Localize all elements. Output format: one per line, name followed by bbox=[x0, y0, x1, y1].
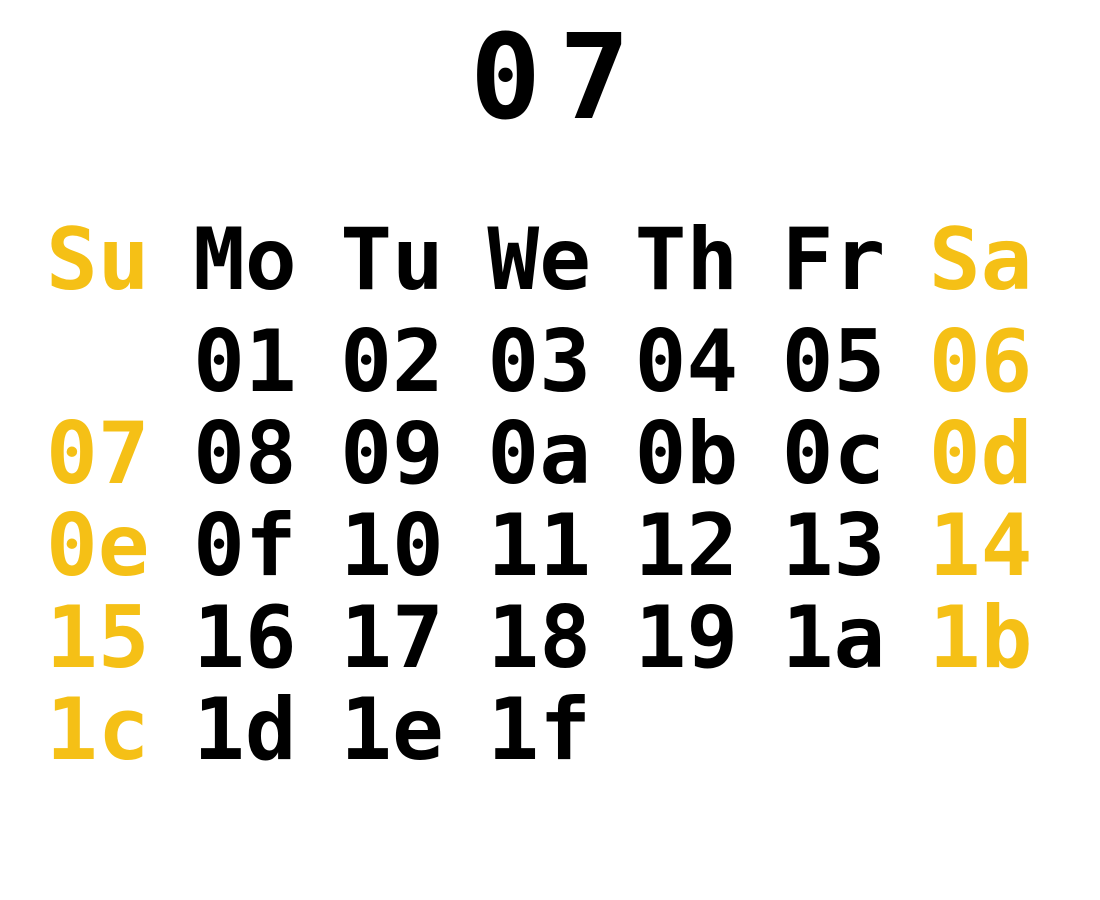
weekday-thursday: Th bbox=[634, 210, 739, 310]
weekday-saturday: Sa bbox=[928, 210, 1033, 310]
day-cell[interactable]: 15 bbox=[40, 592, 187, 684]
week-row-4: 15 16 17 18 19 1a 1b bbox=[40, 592, 1070, 684]
day-cell[interactable]: 1e bbox=[334, 684, 481, 776]
day-cell[interactable]: 17 bbox=[334, 592, 481, 684]
day-cell bbox=[629, 684, 776, 776]
week-row-3: 0e 0f 10 11 12 13 14 bbox=[40, 500, 1070, 592]
day-cell[interactable]: 19 bbox=[629, 592, 776, 684]
day-cell[interactable]: 0d bbox=[923, 408, 1070, 500]
day-cell[interactable]: 09 bbox=[334, 408, 481, 500]
day-cell bbox=[923, 684, 1070, 776]
day-cell[interactable]: 01 bbox=[187, 316, 334, 408]
day-cell[interactable]: 1b bbox=[923, 592, 1070, 684]
day-cell[interactable]: 0b bbox=[629, 408, 776, 500]
day-cell[interactable]: 1f bbox=[481, 684, 628, 776]
weekday-sunday: Su bbox=[46, 210, 150, 310]
day-cell[interactable]: 14 bbox=[923, 500, 1070, 592]
day-cell[interactable]: 0e bbox=[40, 500, 187, 592]
weekday-tuesday: Tu bbox=[340, 210, 444, 310]
day-cell bbox=[776, 684, 923, 776]
month-title: 07 bbox=[469, 8, 649, 146]
day-cell[interactable]: 0a bbox=[481, 408, 628, 500]
weekday-monday: Mo bbox=[193, 210, 297, 310]
weekday-friday: Fr bbox=[781, 210, 886, 310]
day-cell[interactable]: 12 bbox=[629, 500, 776, 592]
weekday-header-row: Su Mo Tu We Th Fr Sa bbox=[40, 208, 1070, 312]
day-cell[interactable]: 06 bbox=[923, 316, 1070, 408]
week-row-5: 1c 1d 1e 1f bbox=[40, 684, 1070, 776]
day-cell bbox=[40, 316, 187, 408]
day-cell[interactable]: 10 bbox=[334, 500, 481, 592]
day-cell[interactable]: 16 bbox=[187, 592, 334, 684]
calendar: 07 Su Mo Tu We Th Fr Sa 01 02 03 04 05 0… bbox=[0, 0, 1100, 900]
day-cell[interactable]: 1d bbox=[187, 684, 334, 776]
day-cell[interactable]: 03 bbox=[481, 316, 628, 408]
day-cell[interactable]: 1a bbox=[776, 592, 923, 684]
day-cell[interactable]: 02 bbox=[334, 316, 481, 408]
day-cell[interactable]: 0c bbox=[776, 408, 923, 500]
day-cell[interactable]: 13 bbox=[776, 500, 923, 592]
calendar-grid: Su Mo Tu We Th Fr Sa 01 02 03 04 05 06 0… bbox=[40, 208, 1070, 776]
week-row-2: 07 08 09 0a 0b 0c 0d bbox=[40, 408, 1070, 500]
day-cell[interactable]: 04 bbox=[629, 316, 776, 408]
day-cell[interactable]: 05 bbox=[776, 316, 923, 408]
week-row-1: 01 02 03 04 05 06 bbox=[40, 316, 1070, 408]
day-cell[interactable]: 07 bbox=[40, 408, 187, 500]
day-cell[interactable]: 18 bbox=[481, 592, 628, 684]
day-cell[interactable]: 1c bbox=[40, 684, 187, 776]
weekday-wednesday: We bbox=[487, 210, 591, 310]
day-cell[interactable]: 11 bbox=[481, 500, 628, 592]
day-cell[interactable]: 08 bbox=[187, 408, 334, 500]
day-cell[interactable]: 0f bbox=[187, 500, 334, 592]
